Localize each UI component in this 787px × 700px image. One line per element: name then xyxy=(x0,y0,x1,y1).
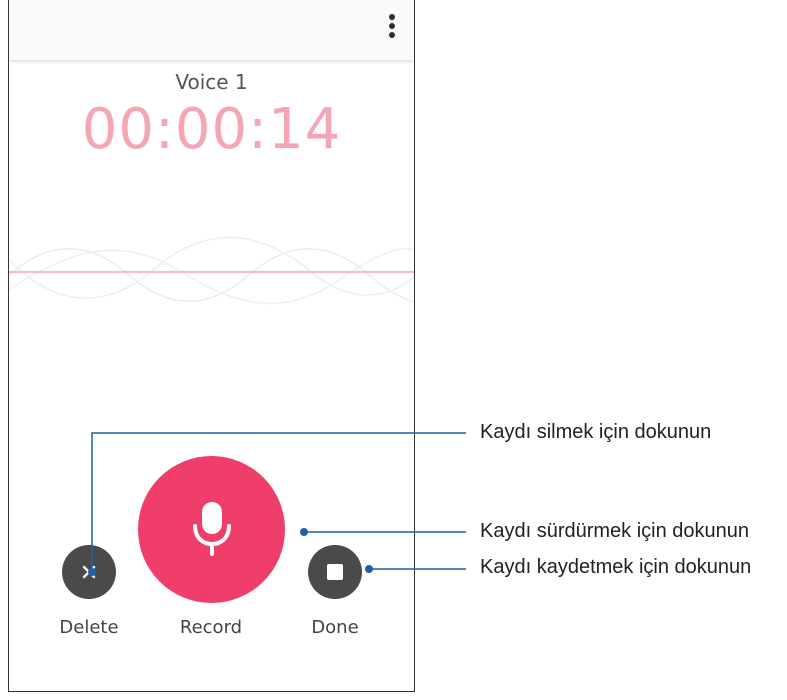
record-button[interactable] xyxy=(138,456,285,603)
delete-button[interactable] xyxy=(62,545,116,599)
close-icon xyxy=(82,565,96,579)
done-label: Done xyxy=(311,617,359,638)
audio-waveform xyxy=(9,236,414,305)
recording-timer: 00:00:14 xyxy=(81,97,342,162)
record-callout-text: Kaydı sürdürmek için dokunun xyxy=(480,520,750,542)
stop-icon xyxy=(327,564,343,580)
record-label: Record xyxy=(179,617,243,638)
delete-label: Delete xyxy=(59,617,119,638)
voice-recorder-screen: Voice 1 00:00:14 Delete Record Done xyxy=(8,0,415,692)
delete-callout-text: Kaydı silmek için dokunun xyxy=(480,421,712,443)
app-bar xyxy=(9,0,414,60)
done-callout-text: Kaydı kaydetmek için dokunun xyxy=(480,556,752,578)
overflow-menu-icon[interactable] xyxy=(388,14,396,42)
done-button[interactable] xyxy=(308,545,362,599)
microphone-icon xyxy=(192,501,231,556)
recording-title: Voice 1 xyxy=(175,70,248,94)
